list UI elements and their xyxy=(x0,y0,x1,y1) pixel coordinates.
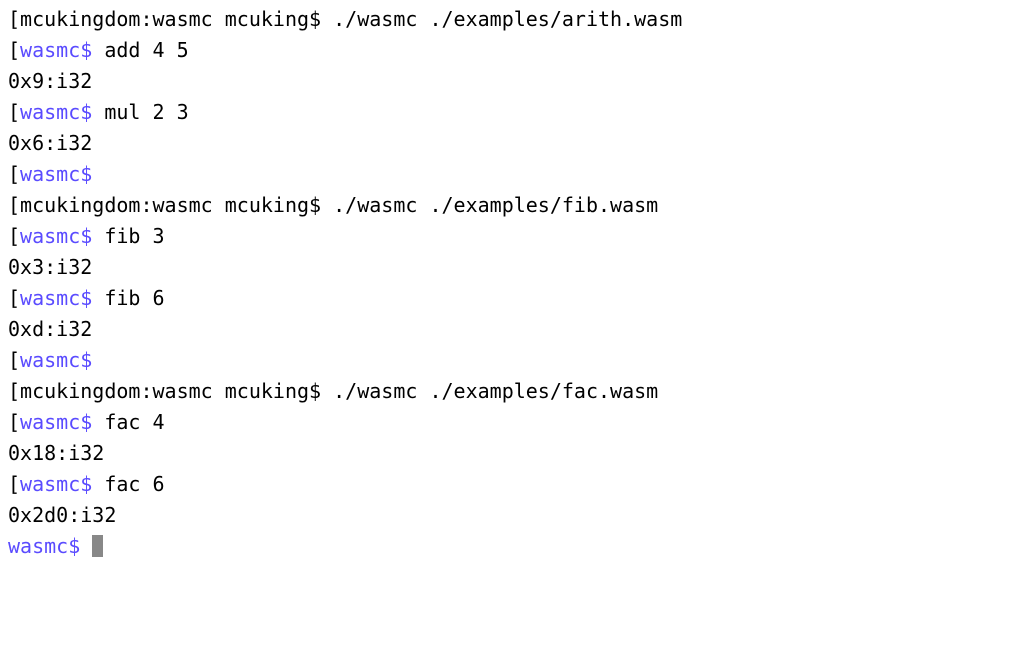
terminal-text: fac 4 xyxy=(92,410,164,434)
terminal-line: [wasmc$ add 4 5 xyxy=(8,35,1002,66)
terminal-text: mcukingdom:wasmc mcuking$ ./wasmc ./exam… xyxy=(20,7,682,31)
terminal-line: 0x9:i32 xyxy=(8,66,1002,97)
bracket-char: [ xyxy=(8,38,20,62)
terminal-line: [wasmc$ fib 6 xyxy=(8,283,1002,314)
terminal-text: fib 6 xyxy=(92,286,164,310)
prompt-label: wasmc$ xyxy=(20,38,92,62)
bracket-char: [ xyxy=(8,162,20,186)
bracket-char: [ xyxy=(8,286,20,310)
terminal-line: [mcukingdom:wasmc mcuking$ ./wasmc ./exa… xyxy=(8,190,1002,221)
cursor-block xyxy=(92,535,103,557)
bracket-char: [ xyxy=(8,224,20,248)
terminal-line: [wasmc$ mul 2 3 xyxy=(8,97,1002,128)
terminal-text: mul 2 3 xyxy=(92,100,188,124)
terminal-text: 0x18:i32 xyxy=(8,441,104,465)
prompt-label: wasmc$ xyxy=(20,100,92,124)
terminal-text: 0x3:i32 xyxy=(8,255,92,279)
terminal-text: 0xd:i32 xyxy=(8,317,92,341)
bracket-char: [ xyxy=(8,193,20,217)
terminal-text: 0x2d0:i32 xyxy=(8,503,116,527)
terminal-line: [mcukingdom:wasmc mcuking$ ./wasmc ./exa… xyxy=(8,376,1002,407)
bracket-char: [ xyxy=(8,100,20,124)
bracket-char: [ xyxy=(8,7,20,31)
terminal-line: [mcukingdom:wasmc mcuking$ ./wasmc ./exa… xyxy=(8,4,1002,35)
terminal-line: 0x18:i32 xyxy=(8,438,1002,469)
terminal-text: 0x9:i32 xyxy=(8,69,92,93)
terminal-text: 0x6:i32 xyxy=(8,131,92,155)
terminal-line: 0xd:i32 xyxy=(8,314,1002,345)
bracket-char: [ xyxy=(8,348,20,372)
terminal-text: fib 3 xyxy=(92,224,164,248)
terminal-output[interactable]: [mcukingdom:wasmc mcuking$ ./wasmc ./exa… xyxy=(8,4,1002,562)
prompt-label: wasmc$ xyxy=(20,410,92,434)
terminal-line: [wasmc$ fib 3 xyxy=(8,221,1002,252)
terminal-line: [wasmc$ xyxy=(8,159,1002,190)
terminal-text xyxy=(80,534,92,558)
bracket-char: [ xyxy=(8,410,20,434)
terminal-line: 0x6:i32 xyxy=(8,128,1002,159)
terminal-text: mcukingdom:wasmc mcuking$ ./wasmc ./exam… xyxy=(20,379,658,403)
terminal-line: 0x2d0:i32 xyxy=(8,500,1002,531)
prompt-label: wasmc$ xyxy=(8,534,80,558)
terminal-text: mcukingdom:wasmc mcuking$ ./wasmc ./exam… xyxy=(20,193,658,217)
terminal-line: [wasmc$ xyxy=(8,345,1002,376)
terminal-text: fac 6 xyxy=(92,472,164,496)
prompt-label: wasmc$ xyxy=(20,472,92,496)
prompt-label: wasmc$ xyxy=(20,286,92,310)
terminal-line: [wasmc$ fac 6 xyxy=(8,469,1002,500)
terminal-text: add 4 5 xyxy=(92,38,188,62)
bracket-char: [ xyxy=(8,472,20,496)
bracket-char: [ xyxy=(8,379,20,403)
prompt-label: wasmc$ xyxy=(20,162,92,186)
terminal-line: wasmc$ xyxy=(8,531,1002,562)
terminal-line: 0x3:i32 xyxy=(8,252,1002,283)
prompt-label: wasmc$ xyxy=(20,224,92,248)
prompt-label: wasmc$ xyxy=(20,348,92,372)
terminal-line: [wasmc$ fac 4 xyxy=(8,407,1002,438)
